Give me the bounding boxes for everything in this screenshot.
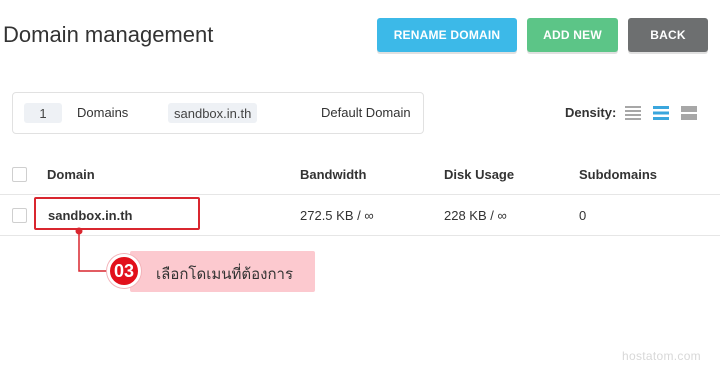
row-disk-usage: 228 KB / ∞ xyxy=(444,208,507,223)
domain-count-label: Domains xyxy=(77,105,129,120)
annotation-connector xyxy=(75,227,110,272)
table-header-divider xyxy=(0,194,720,195)
table-row-divider xyxy=(0,235,720,236)
annotation-callout-text: เลือกโดเมนที่ต้องการ xyxy=(156,266,293,283)
annotation-highlight-box xyxy=(34,197,200,230)
rename-domain-button[interactable]: RENAME DOMAIN xyxy=(377,18,517,52)
normal-density-icon[interactable] xyxy=(653,105,669,121)
watermark: hostatom.com xyxy=(622,349,701,363)
add-new-button[interactable]: ADD NEW xyxy=(527,18,618,52)
domain-summary-card: 1 Domains sandbox.in.th Default Domain xyxy=(12,92,424,134)
page-title: Domain management xyxy=(3,22,214,47)
row-bandwidth: 272.5 KB / ∞ xyxy=(300,208,374,223)
density-label: Density: xyxy=(565,105,617,120)
default-domain-badge: sandbox.in.th xyxy=(168,103,258,123)
domain-count-badge: 1 xyxy=(24,103,62,123)
comfortable-density-icon[interactable] xyxy=(681,105,697,121)
compact-density-icon[interactable] xyxy=(625,105,641,121)
select-all-checkbox[interactable] xyxy=(12,167,27,182)
column-header-subdomains[interactable]: Subdomains xyxy=(579,167,657,182)
column-header-bandwidth[interactable]: Bandwidth xyxy=(300,167,366,182)
back-button[interactable]: BACK xyxy=(628,18,708,52)
default-domain-label: Default Domain xyxy=(321,105,411,120)
column-header-disk-usage[interactable]: Disk Usage xyxy=(444,167,514,182)
column-header-domain[interactable]: Domain xyxy=(47,167,95,182)
step-number-badge: 03 xyxy=(107,254,141,288)
row-checkbox[interactable] xyxy=(12,208,27,223)
row-subdomains: 0 xyxy=(579,208,587,223)
